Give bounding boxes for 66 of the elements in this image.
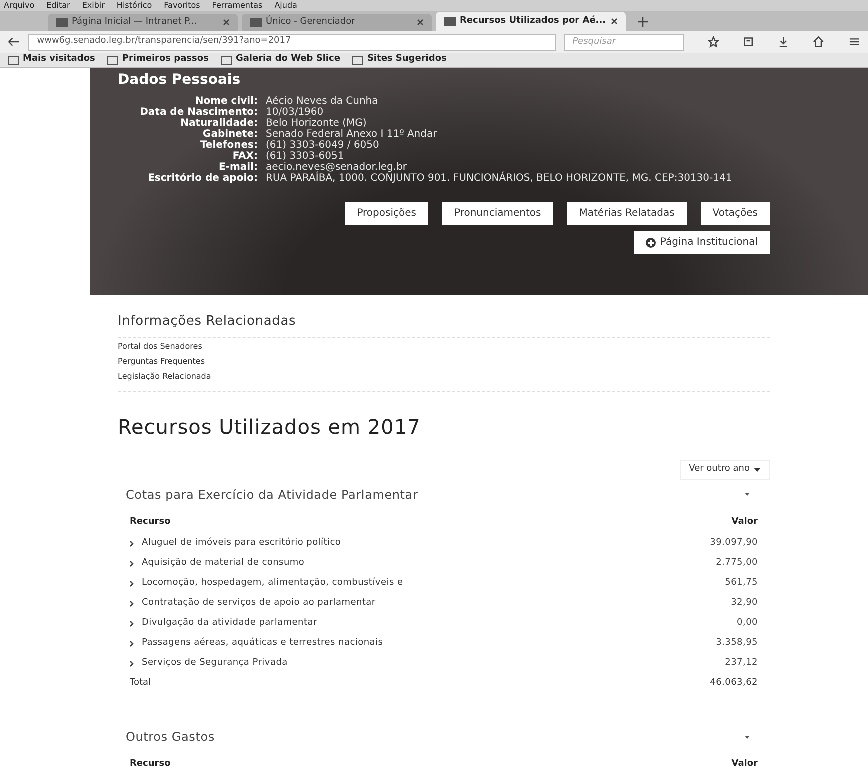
related-link[interactable]: Portal dos Senadores <box>118 340 770 352</box>
table-cell-text: Total <box>130 677 152 690</box>
nav-button[interactable]: Votações <box>700 202 770 225</box>
menu-item[interactable]: Exibir <box>82 0 105 10</box>
section-heading: Outros Gastos <box>126 729 215 746</box>
field-value: Aécio Neves da Cunha <box>266 96 380 107</box>
table-cell-text: Serviços de Segurança Privada <box>142 657 288 670</box>
bookmark-link[interactable]: Mais visitados <box>8 53 96 67</box>
table-cell-text: 237,12 <box>725 657 758 670</box>
table-cell-text: Aquisição de material de consumo <box>142 557 305 570</box>
field-value: RUA PARAÍBA, 1000. CONJUNTO 901. FUNCIONÁRIOS, BELO HORIZONTE, MG. CEP:30130-141 <box>266 173 734 184</box>
nav-button[interactable]: Proposições <box>345 202 428 225</box>
nav-button[interactable]: Pronunciamentos <box>442 202 554 225</box>
table-cell-text: 561,75 <box>725 577 758 590</box>
field-label: Escritório de apoio: <box>147 173 258 184</box>
column-header: Recurso <box>130 758 171 771</box>
field-value: (61) 3303-6049 / 6050 <box>266 140 380 151</box>
related-link[interactable]: Legislação Relacionada <box>118 370 770 382</box>
browser-tab[interactable]: Recursos Utilizados por Aé... <box>436 12 626 31</box>
field-label: Naturalidade: <box>180 118 258 129</box>
related-link[interactable]: Perguntas Frequentes <box>118 356 770 368</box>
nav-button[interactable]: Matérias Relatadas <box>567 202 687 225</box>
column-header: Valor <box>732 758 758 771</box>
browser-tab[interactable]: Página Inicial — Intranet P... <box>48 14 238 31</box>
field-value: Belo Horizonte (MG) <box>266 118 368 129</box>
field-value: aecio.neves@senador.leg.br <box>266 162 408 173</box>
field-value: Senado Federal Anexo I 11º Andar <box>266 129 438 140</box>
table-cell-text: Locomoção, hospedagem, alimentação, combustíveis e <box>142 577 404 590</box>
menu-item[interactable]: Histórico <box>116 0 152 10</box>
year-dropdown[interactable]: Ver outro ano <box>680 460 770 480</box>
table-cell-text: Divulgação da atividade parlamentar <box>142 617 318 630</box>
search-field[interactable]: Pesquisar <box>564 34 684 50</box>
column-header: Recurso <box>130 516 171 528</box>
table-cell-text: 32,90 <box>731 597 758 610</box>
menu-item[interactable]: Favoritos <box>164 0 200 10</box>
field-label: FAX: <box>232 151 258 162</box>
browser-tab[interactable]: Único - Gerenciador <box>242 14 432 31</box>
table-cell-text: Aluguel de imóveis para escritório político <box>142 537 342 550</box>
field-label: Telefones: <box>199 140 258 151</box>
section-title: Dados Pessoais <box>118 71 242 90</box>
menu-item[interactable]: Ajuda <box>274 0 298 10</box>
table-cell-text: 46.063,62 <box>710 677 758 690</box>
table-cell-text: 0,00 <box>737 617 758 630</box>
table-cell-text: Passagens aéreas, aquáticas e terrestres nacionais <box>142 637 384 650</box>
address-bar[interactable]: www6g.senado.leg.br/transparencia/sen/391?ano=2017 <box>28 34 556 50</box>
section-heading: Cotas para Exercício da Atividade Parlamentar <box>126 486 418 504</box>
table-cell-text: 3.358,95 <box>716 637 758 650</box>
section-heading: Informações Relacionadas <box>118 313 298 331</box>
menu-item[interactable]: Ferramentas <box>212 0 263 10</box>
bookmark-link[interactable]: Galeria do Web Slice <box>220 53 340 67</box>
table-cell-text: Contratação de serviços de apoio ao parlamentar <box>142 597 376 610</box>
bookmark-link[interactable]: Sites Sugeridos <box>352 53 447 67</box>
field-label: Gabinete: <box>202 129 258 140</box>
field-value: (61) 3303-6051 <box>266 151 346 162</box>
bookmark-link[interactable]: Primeiros passos <box>107 53 209 67</box>
table-cell-text: 2.775,00 <box>716 557 758 570</box>
page-heading: Recursos Utilizados em 2017 <box>118 414 422 440</box>
field-value: 10/03/1960 <box>266 107 325 118</box>
field-label: E-mail: <box>218 162 258 173</box>
table-cell-text: 39.097,90 <box>710 537 758 550</box>
field-label: Nome civil: <box>194 96 258 107</box>
field-label: Data de Nascimento: <box>139 107 258 118</box>
menu-item[interactable]: Editar <box>46 0 70 10</box>
column-header: Valor <box>732 516 758 528</box>
institutional-button[interactable]: Página Institucional <box>634 231 770 254</box>
menu-item[interactable]: Arquivo <box>4 0 35 10</box>
